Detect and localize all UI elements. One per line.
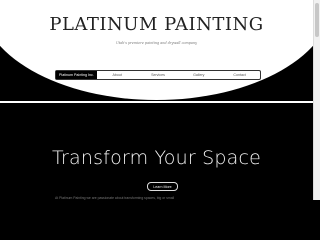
hero-intro-text: At Platinum Painting we are passionate a… bbox=[55, 196, 175, 200]
hero-title: Transform Your Space bbox=[51, 147, 262, 169]
section-divider bbox=[0, 101, 313, 103]
site-tagline: Utah's premiere painting and drywall com… bbox=[115, 41, 198, 45]
nav-item-home[interactable]: Platinum Painting Inc. bbox=[56, 71, 97, 79]
main-nav: Platinum Painting Inc. About Services Ga… bbox=[55, 70, 261, 80]
site-title[interactable]: PLATINUM PAINTING bbox=[0, 14, 313, 35]
nav-item-services[interactable]: Services bbox=[138, 71, 179, 79]
nav-item-about[interactable]: About bbox=[97, 71, 138, 79]
page-scrollbar[interactable] bbox=[313, 0, 320, 200]
page: PLATINUM PAINTING Utah's premiere painti… bbox=[0, 0, 313, 200]
nav-item-contact[interactable]: Contact bbox=[219, 71, 260, 79]
scrollbar-thumb[interactable] bbox=[315, 3, 319, 37]
nav-item-gallery[interactable]: Gallery bbox=[178, 71, 219, 79]
learn-more-button[interactable]: Learn More bbox=[147, 182, 178, 191]
